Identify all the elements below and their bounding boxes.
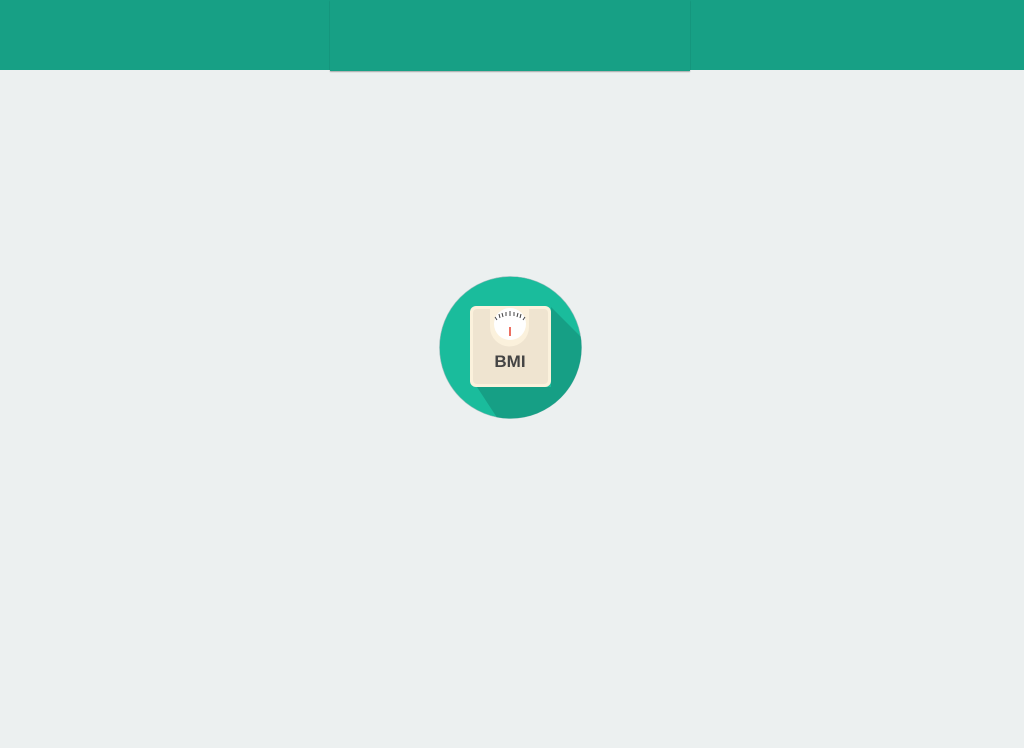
svg-text:BMI: BMI xyxy=(494,352,525,371)
bathroom-scale-icon: BMI xyxy=(439,276,582,419)
header-center-panel xyxy=(330,0,690,71)
bmi-logo: BMI xyxy=(439,276,582,419)
